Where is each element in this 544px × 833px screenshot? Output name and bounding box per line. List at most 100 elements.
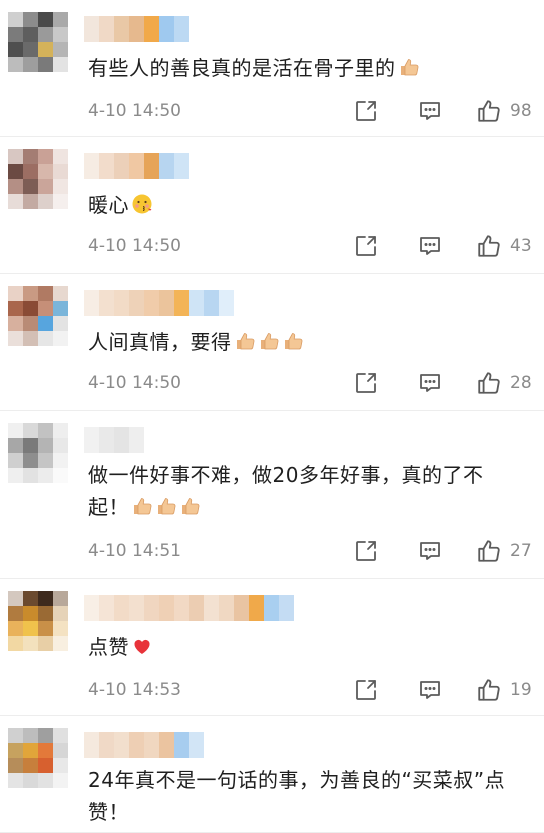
avatar-pixel: [8, 194, 23, 209]
like-button[interactable]: 19: [476, 677, 532, 703]
avatar-pixel: [53, 316, 68, 331]
avatar-pixel: [38, 194, 53, 209]
avatar[interactable]: [8, 728, 68, 788]
reply-button[interactable]: [418, 371, 442, 395]
avatar-pixel: [8, 331, 23, 346]
username-pixel: [189, 290, 204, 316]
username-blurred[interactable]: [84, 732, 204, 758]
reply-button[interactable]: [418, 234, 442, 258]
username-pixel: [114, 595, 129, 621]
comment-icon: [420, 374, 440, 392]
username-blurred[interactable]: [84, 427, 144, 453]
avatar-pixel: [38, 164, 53, 179]
share-button[interactable]: [354, 234, 378, 258]
avatar-pixel: [23, 606, 38, 621]
avatar[interactable]: [8, 286, 68, 346]
avatar-pixel: [38, 27, 53, 42]
avatar-pixel: [23, 286, 38, 301]
avatar-pixel: [23, 27, 38, 42]
avatar-pixel: [53, 453, 68, 468]
comment-text-body: 24年真不是一句话的事，为善良的“买菜叔”点赞！: [88, 768, 506, 824]
comment-time: 4-10 14:53: [88, 680, 181, 700]
avatar-pixel: [23, 591, 38, 606]
avatar[interactable]: [8, 12, 68, 72]
comment-actions: 27: [354, 537, 532, 565]
avatar-pixel: [8, 149, 23, 164]
username-pixel: [159, 16, 174, 42]
comment-actions: 28: [354, 369, 532, 397]
username-blurred[interactable]: [84, 153, 189, 179]
share-button[interactable]: [354, 678, 378, 702]
username-pixel: [129, 427, 144, 453]
avatar-pixel: [38, 743, 53, 758]
username-pixel: [129, 16, 144, 42]
like-icon: [478, 540, 500, 562]
comment-time: 4-10 14:51: [88, 541, 181, 561]
avatar-pixel: [38, 286, 53, 301]
avatar-pixel: [8, 468, 23, 483]
avatar-pixel: [8, 164, 23, 179]
username-pixel: [84, 732, 99, 758]
like-button[interactable]: 43: [476, 233, 532, 259]
comment-actions: 98: [354, 97, 532, 125]
like-button[interactable]: 98: [476, 98, 532, 124]
username-pixel: [279, 595, 294, 621]
avatar-pixel: [38, 57, 53, 72]
comment-time: 4-10 14:50: [88, 236, 181, 256]
avatar-pixel: [38, 301, 53, 316]
avatar[interactable]: [8, 149, 68, 209]
avatar-pixel: [8, 606, 23, 621]
like-button[interactable]: 28: [476, 370, 532, 396]
username-blurred[interactable]: [84, 595, 294, 621]
reply-button[interactable]: [418, 99, 442, 123]
avatar-pixel: [53, 57, 68, 72]
username-blurred[interactable]: [84, 290, 234, 316]
share-button[interactable]: [354, 539, 378, 563]
username-pixel: [249, 595, 264, 621]
username-pixel: [99, 595, 114, 621]
avatar-pixel: [8, 423, 23, 438]
username-pixel: [159, 595, 174, 621]
username-pixel: [114, 427, 129, 453]
comment-item: 点赞 4-10 14:53 19: [0, 579, 544, 716]
avatar-pixel: [53, 728, 68, 743]
username-pixel: [219, 595, 234, 621]
avatar[interactable]: [8, 591, 68, 651]
share-icon: [356, 101, 376, 121]
avatar[interactable]: [8, 423, 68, 483]
reply-button[interactable]: [418, 539, 442, 563]
avatar-pixel: [23, 316, 38, 331]
avatar-pixel: [53, 743, 68, 758]
share-button[interactable]: [354, 371, 378, 395]
username-pixel: [84, 595, 99, 621]
avatar-pixel: [23, 453, 38, 468]
like-icon: [478, 372, 500, 394]
username-pixel: [129, 153, 144, 179]
username-blurred[interactable]: [84, 16, 189, 42]
comment-text-body: 点赞: [88, 635, 129, 659]
avatar-pixel: [8, 758, 23, 773]
like-button[interactable]: 27: [476, 538, 532, 564]
username-pixel: [114, 16, 129, 42]
avatar-pixel: [53, 12, 68, 27]
share-icon: [356, 373, 376, 393]
share-button[interactable]: [354, 99, 378, 123]
username-pixel: [84, 153, 99, 179]
avatar-pixel: [8, 591, 23, 606]
avatar-pixel: [38, 636, 53, 651]
avatar-pixel: [8, 728, 23, 743]
username-pixel: [114, 732, 129, 758]
username-pixel: [99, 16, 114, 42]
reply-button[interactable]: [418, 678, 442, 702]
username-pixel: [99, 290, 114, 316]
avatar-pixel: [8, 743, 23, 758]
share-icon: [356, 680, 376, 700]
avatar-pixel: [23, 423, 38, 438]
like-count: 19: [510, 680, 532, 700]
avatar-pixel: [38, 606, 53, 621]
avatar-pixel: [8, 42, 23, 57]
share-icon: [356, 236, 376, 256]
avatar-pixel: [38, 42, 53, 57]
avatar-pixel: [23, 743, 38, 758]
like-count: 28: [510, 373, 532, 393]
